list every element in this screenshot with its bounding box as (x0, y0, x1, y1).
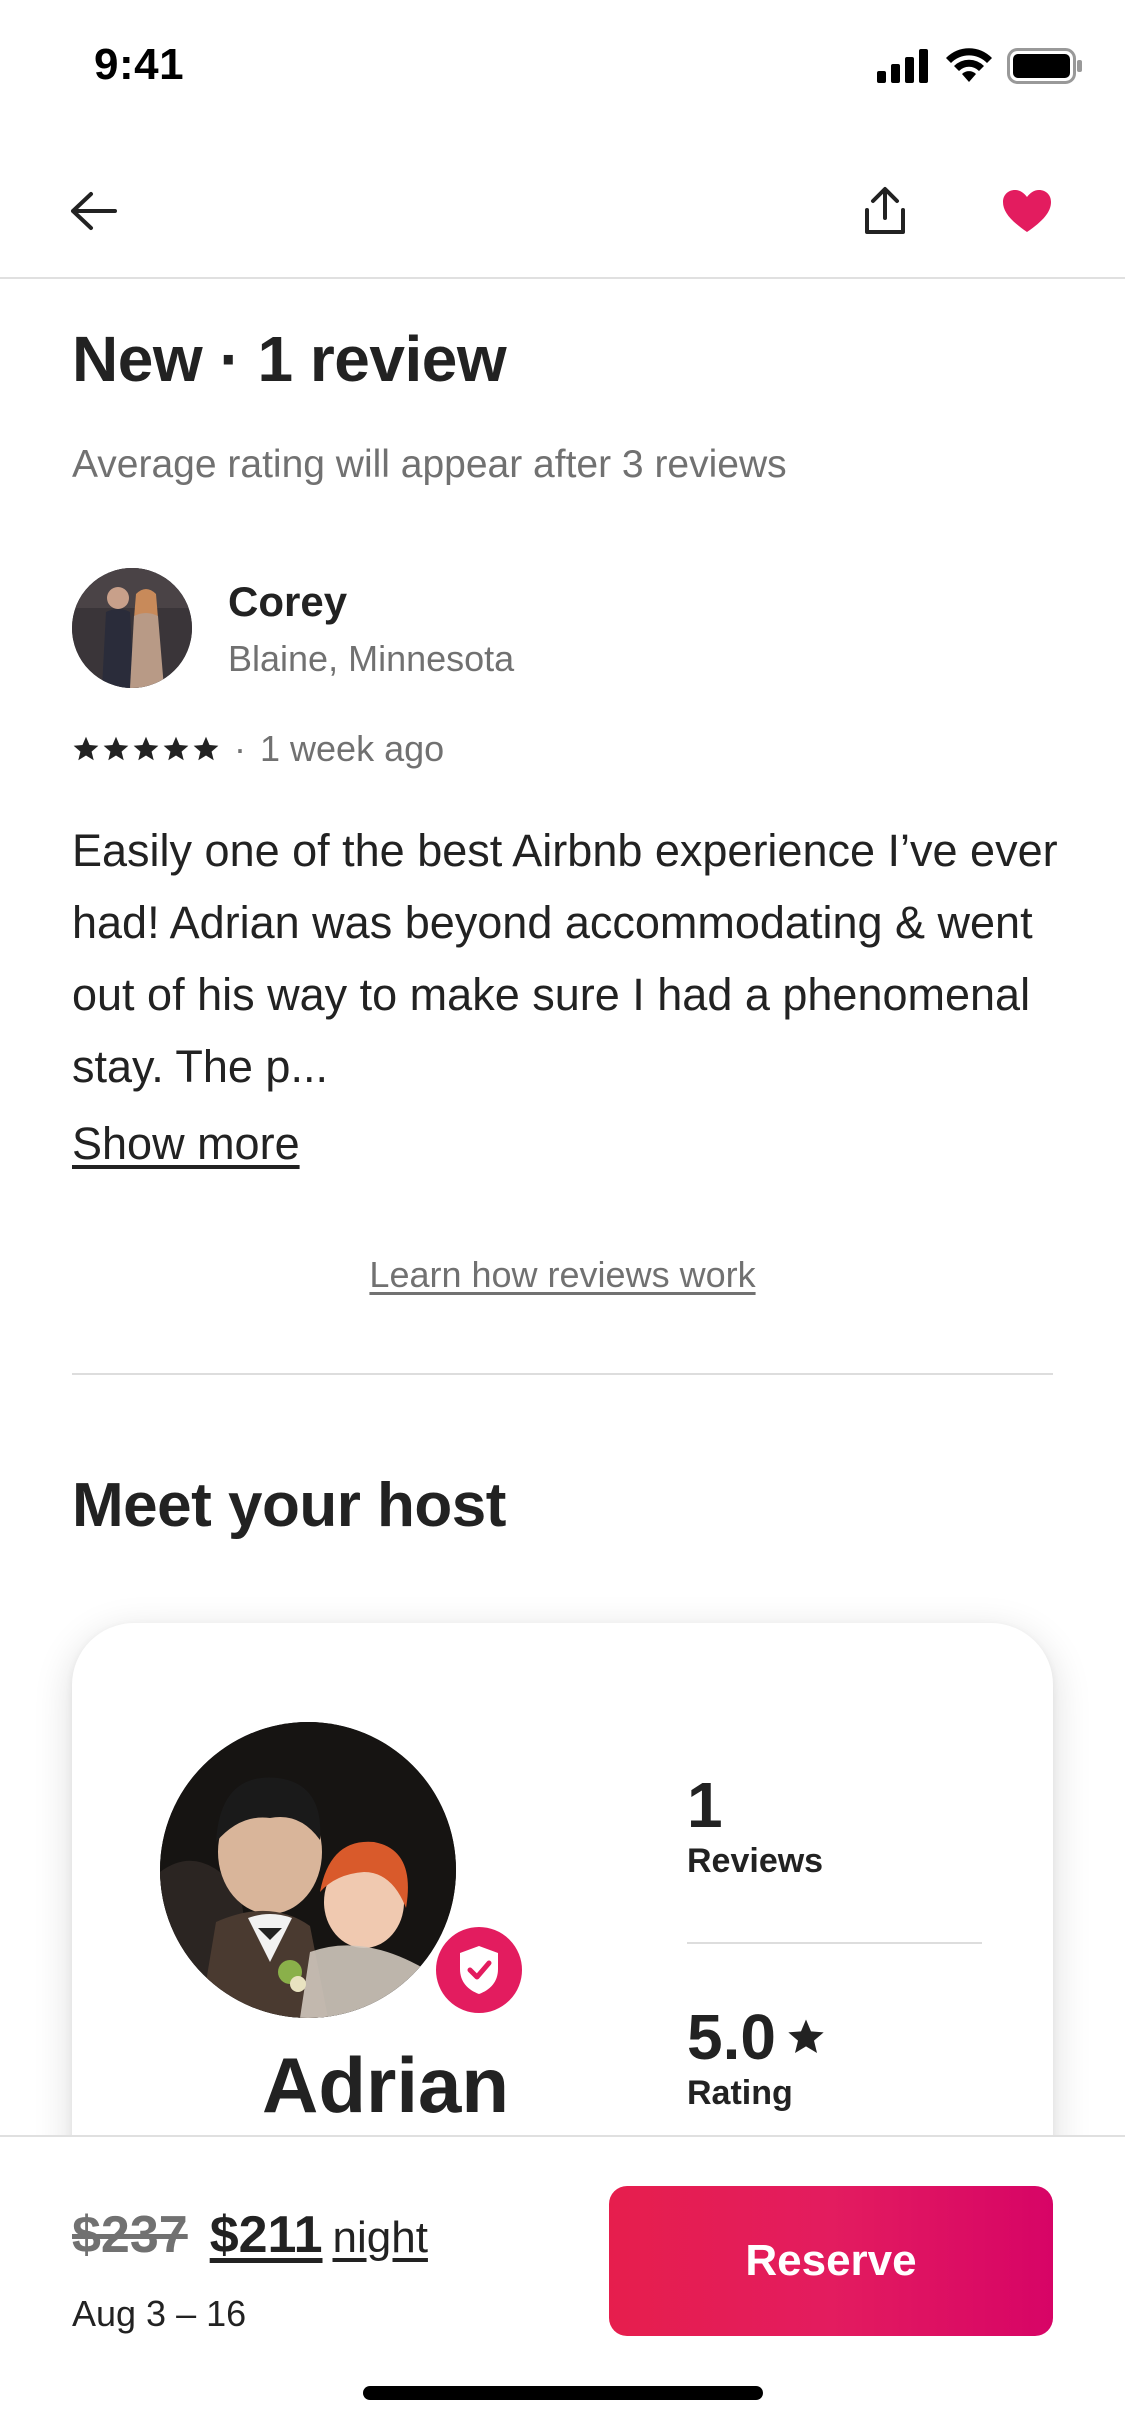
review-meta: · 1 week ago (72, 728, 444, 770)
status-bar: 9:41 (0, 0, 1125, 140)
host-section-title: Meet your host (72, 1471, 506, 1540)
status-time: 9:41 (94, 40, 185, 89)
trip-dates[interactable]: Aug 3 – 16 (72, 2293, 246, 2335)
cellular-signal-icon (877, 49, 928, 83)
save-favorite-button[interactable] (992, 176, 1062, 246)
learn-reviews-link[interactable]: Learn how reviews work (0, 1254, 1125, 1296)
meta-separator: · (234, 728, 246, 769)
price-row[interactable]: $237 $211 night (72, 2205, 428, 2265)
host-rating: 5.0 (687, 2000, 826, 2074)
host-rating-label: Rating (687, 2074, 793, 2112)
host-photo (160, 1722, 456, 2018)
battery-icon (1007, 48, 1082, 84)
host-name: Adrian (262, 2041, 510, 2129)
arrow-left-icon (71, 192, 117, 230)
review-time: 1 week ago (260, 728, 445, 769)
reviewer-photo (72, 568, 192, 688)
host-avatar[interactable] (160, 1722, 456, 2018)
star-icon (788, 2019, 824, 2053)
star-icon (163, 736, 189, 761)
star-icon (73, 736, 99, 761)
home-indicator (363, 2386, 763, 2400)
review-text: Easily one of the best Airbnb experience… (72, 825, 1058, 1092)
host-reviews-label: Reviews (687, 1842, 824, 1880)
star-icon (103, 736, 129, 761)
discounted-price: $211 (209, 2206, 323, 2264)
review-stars (72, 735, 220, 763)
reviewer-name: Corey (228, 578, 348, 625)
stat-divider (687, 1942, 982, 1944)
star-icon (193, 736, 219, 761)
original-price: $237 (72, 2206, 188, 2264)
wifi-icon (946, 48, 992, 82)
heart-filled-icon (1003, 190, 1051, 232)
top-nav (0, 140, 1125, 279)
host-reviews-count: 1 (687, 1769, 723, 1841)
reviewer-avatar[interactable] (72, 568, 192, 688)
show-more-link[interactable]: Show more (72, 1118, 300, 1170)
share-button[interactable] (850, 176, 920, 246)
status-icons (877, 48, 1083, 84)
superhost-badge (430, 1921, 528, 2019)
reviewer-location: Blaine, Minnesota (228, 638, 515, 679)
superhost-shield-icon (460, 1946, 498, 1994)
reviews-subtitle: Average rating will appear after 3 revie… (72, 443, 787, 486)
section-divider (72, 1373, 1053, 1375)
star-icon (133, 736, 159, 761)
reserve-button[interactable]: Reserve (609, 2186, 1053, 2336)
reviews-title: New · 1 review (72, 323, 507, 395)
share-icon (865, 187, 905, 234)
host-rating-value: 5.0 (687, 2001, 776, 2073)
back-button[interactable] (58, 176, 128, 246)
price-unit: night (332, 2213, 428, 2262)
